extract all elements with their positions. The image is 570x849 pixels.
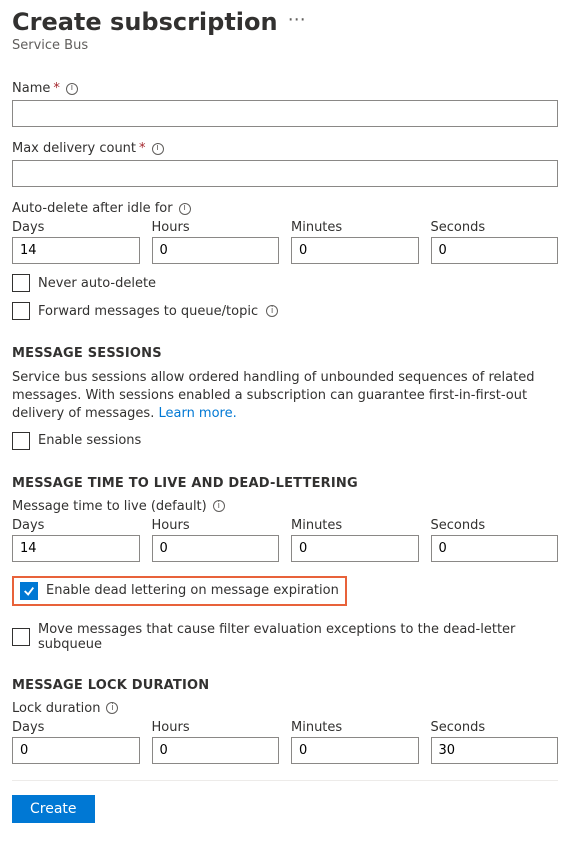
create-button[interactable]: Create [12, 795, 95, 823]
time-days-label: Days [12, 720, 140, 735]
auto-delete-minutes-input[interactable] [291, 237, 419, 264]
time-hours-label: Hours [152, 518, 280, 533]
never-auto-delete-label: Never auto-delete [38, 276, 156, 291]
auto-delete-days-input[interactable] [12, 237, 140, 264]
time-seconds-label: Seconds [431, 518, 559, 533]
time-minutes-label: Minutes [291, 518, 419, 533]
enable-dead-lettering-checkbox[interactable] [20, 582, 38, 600]
lock-minutes-input[interactable] [291, 737, 419, 764]
enable-sessions-label: Enable sessions [38, 433, 141, 448]
time-hours-label: Hours [152, 220, 280, 235]
info-icon[interactable]: i [66, 83, 78, 95]
info-icon[interactable]: i [152, 143, 164, 155]
learn-more-link[interactable]: Learn more. [158, 406, 236, 421]
ttl-hours-input[interactable] [152, 535, 280, 562]
ttl-days-input[interactable] [12, 535, 140, 562]
time-hours-label: Hours [152, 720, 280, 735]
dead-letter-highlight: Enable dead lettering on message expirat… [12, 576, 347, 606]
time-days-label: Days [12, 518, 140, 533]
lock-duration-label: Lock duration i [12, 701, 558, 716]
move-exceptions-label: Move messages that cause filter evaluati… [38, 622, 558, 652]
time-seconds-label: Seconds [431, 720, 559, 735]
required-asterisk: * [53, 81, 60, 96]
never-auto-delete-checkbox[interactable] [12, 274, 30, 292]
ttl-minutes-input[interactable] [291, 535, 419, 562]
lock-hours-input[interactable] [152, 737, 280, 764]
lock-duration-heading: MESSAGE LOCK DURATION [12, 678, 558, 693]
auto-delete-hours-input[interactable] [152, 237, 280, 264]
forward-messages-checkbox[interactable] [12, 302, 30, 320]
message-sessions-description: Service bus sessions allow ordered handl… [12, 369, 558, 424]
move-exceptions-checkbox[interactable] [12, 628, 30, 646]
more-commands-icon[interactable]: ⋯ [288, 8, 308, 32]
max-delivery-input[interactable] [12, 160, 558, 187]
info-icon[interactable]: i [106, 702, 118, 714]
info-icon[interactable]: i [266, 305, 278, 317]
auto-delete-label: Auto-delete after idle for i [12, 201, 558, 216]
ttl-heading: MESSAGE TIME TO LIVE AND DEAD-LETTERING [12, 476, 558, 491]
forward-messages-label: Forward messages to queue/topic [38, 304, 258, 319]
page-title: Create subscription [12, 8, 278, 36]
time-seconds-label: Seconds [431, 220, 559, 235]
info-icon[interactable]: i [213, 500, 225, 512]
required-asterisk: * [139, 141, 146, 156]
info-icon[interactable]: i [179, 203, 191, 215]
enable-sessions-checkbox[interactable] [12, 432, 30, 450]
lock-seconds-input[interactable] [431, 737, 559, 764]
time-minutes-label: Minutes [291, 720, 419, 735]
lock-days-input[interactable] [12, 737, 140, 764]
ttl-label: Message time to live (default) i [12, 499, 558, 514]
time-days-label: Days [12, 220, 140, 235]
page-subtitle: Service Bus [12, 38, 558, 53]
ttl-seconds-input[interactable] [431, 535, 559, 562]
time-minutes-label: Minutes [291, 220, 419, 235]
name-label: Name* i [12, 81, 558, 96]
auto-delete-seconds-input[interactable] [431, 237, 559, 264]
name-input[interactable] [12, 100, 558, 127]
max-delivery-label: Max delivery count* i [12, 141, 558, 156]
message-sessions-heading: MESSAGE SESSIONS [12, 346, 558, 361]
enable-dead-lettering-label: Enable dead lettering on message expirat… [46, 583, 339, 598]
